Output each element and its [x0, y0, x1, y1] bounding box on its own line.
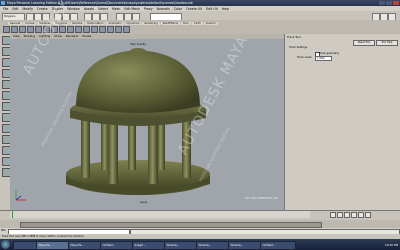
shelf-tab-subdivs[interactable]: Subdivs: [70, 22, 85, 25]
shelf-cylinder-icon[interactable]: [19, 26, 26, 33]
shelf-extrude-icon[interactable]: [67, 26, 74, 33]
shading-menu[interactable]: Shading: [24, 34, 35, 38]
menu-file[interactable]: File: [3, 7, 8, 11]
playback-controls: [330, 212, 372, 219]
shelf-history-icon[interactable]: [115, 26, 122, 33]
menu-modify[interactable]: Modify: [22, 7, 33, 11]
taskbar-item-untitled-1[interactable]: Untitled...: [100, 241, 134, 250]
play-backward-icon[interactable]: [344, 212, 350, 218]
shelf-tab-toon[interactable]: Toon: [180, 22, 191, 25]
shelf-smooth-icon[interactable]: [99, 26, 106, 33]
track-scale-label: Track scale:: [297, 56, 313, 59]
window-title: Maya Personal Learning Edition 8.5: C:\U…: [7, 1, 193, 5]
maximize-button[interactable]: [386, 1, 392, 5]
menu-help[interactable]: Help: [222, 7, 229, 11]
tool-settings-title: Track Tool: [287, 35, 301, 39]
shelf-tab-painteffects[interactable]: PaintEffects: [160, 22, 180, 25]
minimize-button[interactable]: [379, 1, 385, 5]
clock[interactable]: 10:30 PM: [385, 243, 398, 247]
not-for-commercial-label: NOT FOR COMMERCIAL USE: [245, 197, 279, 200]
view-menu[interactable]: View: [13, 34, 20, 38]
track-settings-section[interactable]: Track Settings: [289, 46, 307, 49]
shelf-freeze-icon[interactable]: [123, 26, 130, 33]
shelf-tab-animation[interactable]: Animation: [106, 22, 124, 25]
step-forward-icon[interactable]: [358, 212, 364, 218]
menu-assets[interactable]: Assets: [84, 7, 94, 11]
taskbar-item-window-3[interactable]: Window...: [228, 241, 262, 250]
menu-proxy[interactable]: Proxy: [144, 7, 153, 11]
shelf-cone-icon[interactable]: [27, 26, 34, 33]
go-to-start-icon[interactable]: [330, 212, 336, 218]
menu-select[interactable]: Select: [98, 7, 108, 11]
menu-edit-mesh[interactable]: Edit Mesh: [124, 7, 140, 11]
help-line-text: Track Tool: Use LMB or MMB to move. Shif…: [2, 234, 85, 238]
menu-edit[interactable]: Edit: [12, 7, 18, 11]
shelf-tab-rendering[interactable]: Rendering: [142, 22, 160, 25]
shelf-tabs: General Curves Surfaces Polygons Subdivs Defo…: [8, 21, 219, 25]
go-to-end-icon[interactable]: [365, 212, 371, 218]
current-time-cursor[interactable]: [12, 211, 13, 218]
shelf-tab-deformation[interactable]: Deformation: [85, 22, 106, 25]
taskbar-item-snagit[interactable]: Snagit ...: [132, 241, 166, 250]
start-button[interactable]: [1, 240, 10, 249]
taskbar-item-window-2[interactable]: Window...: [196, 241, 230, 250]
tool-settings-panel: Track Tool Reset Tool Tool Help Track Se…: [284, 34, 400, 210]
shelf-tab-general[interactable]: General: [8, 22, 23, 25]
shelf-icons: [3, 26, 131, 33]
taskbar-item-maya-2[interactable]: Maya Pe...: [68, 241, 102, 250]
track-scale-field[interactable]: 1.0000: [315, 56, 332, 61]
shelf-cube-icon[interactable]: [11, 26, 18, 33]
show-menu[interactable]: Show: [54, 34, 62, 38]
step-back-icon[interactable]: [337, 212, 343, 218]
range-slider: [0, 220, 400, 228]
panels-menu[interactable]: Panels: [83, 34, 92, 38]
play-forward-icon[interactable]: [351, 212, 357, 218]
shelf-tab-cloth[interactable]: Cloth: [191, 22, 203, 25]
shelf-tab-curves[interactable]: Curves: [23, 22, 37, 25]
shelf-tab-custom[interactable]: Custom: [203, 22, 218, 25]
tool-help-button[interactable]: Tool Help: [376, 40, 398, 46]
shelf-bridge-icon[interactable]: [75, 26, 82, 33]
menu-mesh[interactable]: Mesh: [112, 7, 120, 11]
camera-label: persp: [140, 201, 148, 204]
perspective-viewport[interactable]: AUTODESK MAYA AUTODESK MAYA PERSONAL LEA…: [10, 0, 284, 210]
lighting-menu[interactable]: Lighting: [39, 34, 50, 38]
viewport-menubar: View Shading Lighting Show Renderer Pane…: [10, 34, 284, 39]
time-slider-track[interactable]: [10, 211, 310, 218]
taskbar-item-untitled-2[interactable]: Untitled ...: [260, 241, 296, 250]
shelf-sphere-icon[interactable]: [3, 26, 10, 33]
reset-tool-button[interactable]: Reset Tool: [353, 40, 375, 46]
shelf-mirror-icon[interactable]: [107, 26, 114, 33]
menu-create[interactable]: Create: [37, 7, 48, 11]
taskbar-item-window-1[interactable]: Window...: [164, 241, 198, 250]
menu-normals[interactable]: Normals: [157, 7, 170, 11]
shelf-tab-dynamics[interactable]: Dynamics: [124, 22, 142, 25]
close-button[interactable]: [393, 1, 399, 5]
renderer-menu[interactable]: Renderer: [66, 34, 79, 38]
track-geometry-label: Track geometry: [319, 51, 340, 55]
taskbar-item-maya-1[interactable]: Maya Pe...: [36, 241, 70, 250]
shelf-split-icon[interactable]: [83, 26, 90, 33]
taskbar-item-quicklaunch[interactable]: [13, 241, 37, 250]
system-tray: 10:30 PM: [356, 240, 400, 249]
menu-color[interactable]: Color: [174, 7, 182, 11]
menu-create-uv[interactable]: Create UV: [186, 7, 202, 11]
menu-edit-uv[interactable]: Edit UV: [206, 7, 218, 11]
renderer-label: High Quality: [130, 43, 147, 46]
axis-gizmo-icon: [15, 190, 26, 201]
shelf-bevel-icon[interactable]: [91, 26, 98, 33]
mel-label: MEL: [1, 229, 6, 232]
maya-app-icon: [1, 1, 5, 5]
